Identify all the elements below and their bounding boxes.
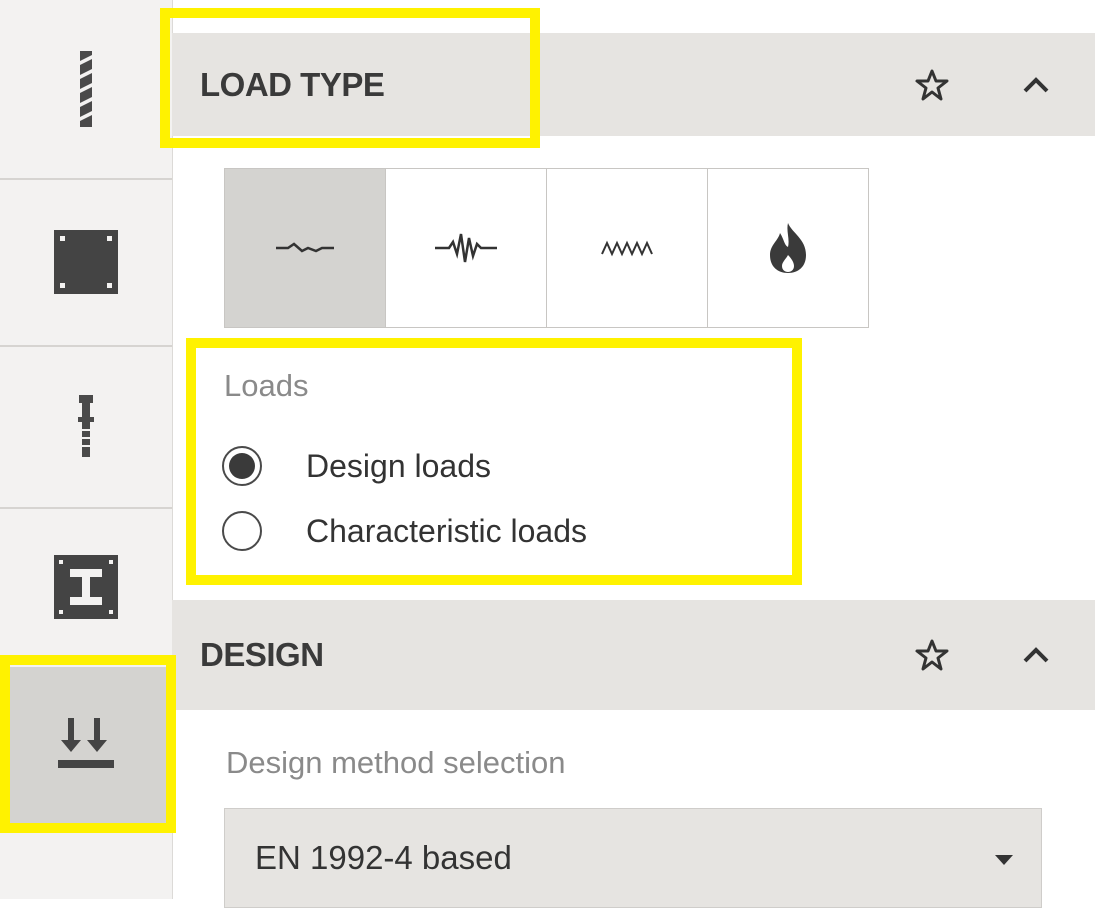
loads-icon xyxy=(58,717,114,768)
fatigue-load-icon xyxy=(601,240,653,257)
seismic-load-icon xyxy=(435,233,497,263)
radio-characteristic-loads[interactable]: Characteristic loads xyxy=(222,511,587,551)
anchor-icon xyxy=(80,51,92,127)
fire-icon xyxy=(770,223,806,273)
chevron-up-icon[interactable] xyxy=(1022,76,1050,94)
chevron-down-icon xyxy=(995,855,1013,865)
load-type-seismic-button[interactable] xyxy=(386,169,547,327)
section-title-design: DESIGN xyxy=(200,636,324,673)
load-type-fatigue-button[interactable] xyxy=(547,169,708,327)
design-header[interactable]: DESIGN xyxy=(172,600,1095,710)
chevron-up-icon[interactable] xyxy=(1022,646,1050,664)
radio-label-characteristic-loads: Characteristic loads xyxy=(306,512,587,549)
load-type-static-button[interactable] xyxy=(225,169,386,327)
sidebar-item-profile[interactable] xyxy=(0,507,172,669)
load-type-toggle-group xyxy=(224,168,869,328)
star-icon[interactable] xyxy=(915,69,949,101)
design-method-select[interactable]: EN 1992-4 based xyxy=(224,808,1042,908)
star-icon[interactable] xyxy=(915,639,949,671)
radio-button[interactable] xyxy=(222,446,262,486)
design-method-label: Design method selection xyxy=(226,745,566,780)
radio-label-design-loads: Design loads xyxy=(306,447,491,484)
profile-icon xyxy=(54,555,118,619)
sidebar-item-base-plate[interactable] xyxy=(0,178,172,347)
design-method-value: EN 1992-4 based xyxy=(255,839,512,876)
load-type-fire-button[interactable] xyxy=(708,169,868,327)
base-plate-icon xyxy=(54,229,118,294)
load-type-header[interactable]: LOAD TYPE xyxy=(172,33,1095,136)
static-load-icon xyxy=(276,242,334,253)
sidebar-item-anchor[interactable] xyxy=(0,0,172,180)
fastener-icon xyxy=(78,395,94,457)
radio-design-loads[interactable]: Design loads xyxy=(222,446,491,486)
left-toolbar xyxy=(0,0,173,899)
radio-button[interactable] xyxy=(222,511,262,551)
loads-label: Loads xyxy=(224,368,309,403)
section-title-load-type: LOAD TYPE xyxy=(200,65,385,103)
sidebar-item-loads[interactable] xyxy=(0,667,172,826)
sidebar-item-fastener[interactable] xyxy=(0,345,172,509)
